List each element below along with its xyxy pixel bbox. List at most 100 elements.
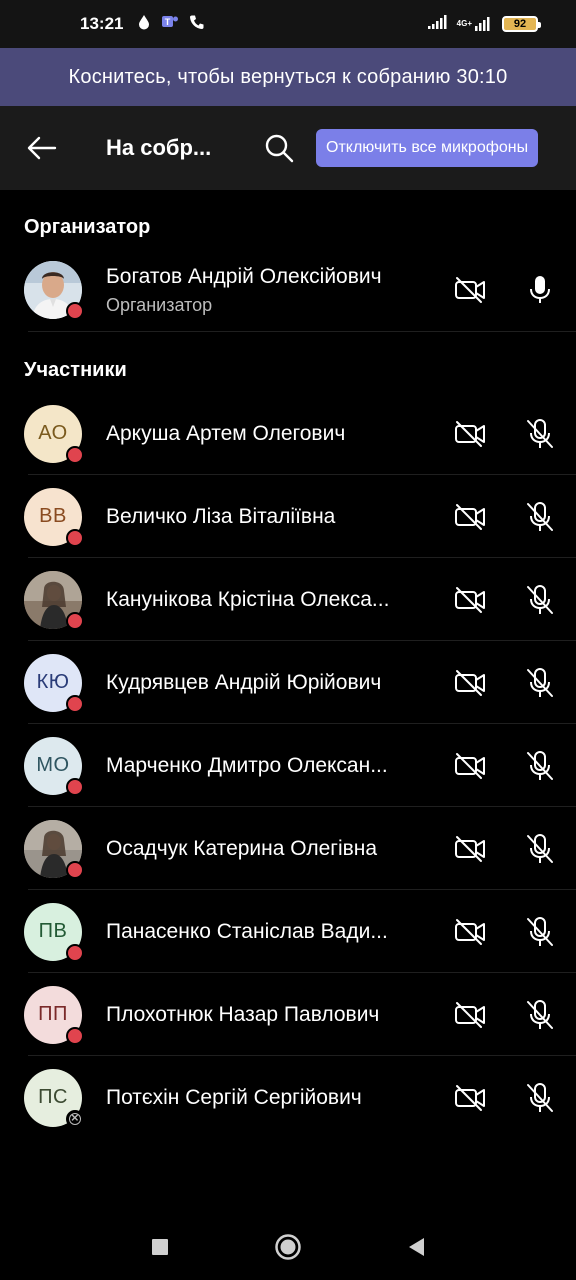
mic-toggle[interactable] bbox=[522, 1080, 558, 1116]
participant-name: Аркуша Артем Олегович bbox=[106, 421, 346, 445]
video-off-icon bbox=[455, 918, 485, 945]
camera-toggle[interactable] bbox=[452, 582, 488, 618]
mic-off-icon bbox=[527, 584, 553, 614]
video-off-icon bbox=[455, 277, 485, 303]
presence-busy-badge bbox=[66, 1026, 84, 1045]
participant-row[interactable]: ПВ Панасенко Станіслав Вади... bbox=[0, 890, 576, 973]
participant-info: Потєхін Сергій Сергійович bbox=[106, 1086, 428, 1110]
video-off-icon bbox=[455, 1001, 485, 1028]
camera-toggle[interactable] bbox=[452, 499, 488, 535]
avatar: МО bbox=[24, 736, 84, 796]
participant-row[interactable]: МО Марченко Дмитро Олексан... bbox=[0, 724, 576, 807]
signal-4g-icon: 4G+ bbox=[457, 16, 494, 32]
participant-name: Плохотнюк Назар Павлович bbox=[106, 1002, 380, 1026]
mic-off-icon bbox=[527, 999, 553, 1029]
participant-row[interactable]: ПП Плохотнюк Назар Павлович bbox=[0, 973, 576, 1056]
presence-busy-badge bbox=[66, 611, 84, 630]
avatar-initials: ВВ bbox=[39, 505, 67, 527]
mute-all-button[interactable]: Отключить все микрофоны bbox=[316, 129, 539, 167]
system-nav-bar bbox=[0, 1214, 576, 1280]
mic-toggle[interactable] bbox=[522, 272, 558, 308]
camera-toggle[interactable] bbox=[452, 416, 488, 452]
toolbar: На собр... Отключить все микрофоны bbox=[0, 106, 576, 190]
participant-row[interactable]: Осадчук Катерина Олегівна bbox=[0, 807, 576, 890]
video-off-icon bbox=[455, 752, 485, 779]
avatar-initials: ПП bbox=[38, 1003, 68, 1025]
status-time: 13:21 bbox=[80, 14, 124, 33]
participants-section-header: Участники bbox=[24, 359, 127, 381]
avatar: ПС bbox=[24, 1068, 84, 1128]
avatar-initials: ПВ bbox=[38, 920, 68, 942]
mic-off-icon bbox=[527, 501, 553, 531]
video-off-icon bbox=[455, 503, 485, 530]
drop-icon bbox=[137, 14, 151, 35]
participant-info: Панасенко Станіслав Вади... bbox=[106, 920, 428, 944]
participant-role: Организатор bbox=[106, 294, 213, 315]
camera-toggle[interactable] bbox=[452, 665, 488, 701]
mic-toggle[interactable] bbox=[522, 748, 558, 784]
mic-toggle[interactable] bbox=[522, 914, 558, 950]
camera-toggle[interactable] bbox=[452, 1080, 488, 1116]
mic-off-icon bbox=[527, 418, 553, 448]
organizer-info: Богатов Андрій Олексійович Организатор bbox=[106, 265, 428, 316]
avatar: ПП bbox=[24, 985, 84, 1045]
presence-busy-badge bbox=[66, 777, 84, 796]
participant-info: Канунікова Крістіна Олекса... bbox=[106, 588, 428, 612]
svg-text:T: T bbox=[165, 17, 171, 27]
back-nav-button[interactable] bbox=[396, 1227, 436, 1267]
home-circle-icon bbox=[275, 1234, 301, 1260]
mic-toggle[interactable] bbox=[522, 831, 558, 867]
camera-toggle[interactable] bbox=[452, 914, 488, 950]
mic-toggle[interactable] bbox=[522, 665, 558, 701]
search-icon bbox=[265, 134, 294, 163]
participant-row[interactable]: ВВ Величко Ліза Віталіївна bbox=[0, 475, 576, 558]
participant-name: Осадчук Катерина Олегівна bbox=[106, 836, 378, 860]
avatar-initials: ПС bbox=[38, 1086, 68, 1108]
search-button[interactable] bbox=[262, 131, 296, 165]
participant-row[interactable]: КЮ Кудрявцев Андрій Юрійович bbox=[0, 641, 576, 724]
camera-toggle[interactable] bbox=[452, 831, 488, 867]
row-divider bbox=[28, 331, 576, 332]
participant-row[interactable]: АО Аркуша Артем Олегович bbox=[0, 392, 576, 475]
participant-name: Канунікова Крістіна Олекса... bbox=[106, 587, 390, 611]
camera-toggle[interactable] bbox=[452, 748, 488, 784]
network-label: 4G+ bbox=[456, 19, 472, 28]
organizer-section-header: Организатор bbox=[24, 216, 151, 238]
battery-level: 92 bbox=[513, 18, 527, 30]
battery-icon: 92 bbox=[502, 16, 541, 32]
camera-toggle[interactable] bbox=[452, 272, 488, 308]
mic-off-icon bbox=[527, 1082, 553, 1112]
avatar-initials: АО bbox=[38, 422, 68, 444]
avatar: АО bbox=[24, 404, 84, 464]
participant-name: Кудрявцев Андрій Юрійович bbox=[106, 670, 382, 694]
presence-busy-badge bbox=[66, 694, 84, 713]
presence-busy-badge bbox=[66, 445, 84, 464]
mic-toggle[interactable] bbox=[522, 499, 558, 535]
home-button[interactable] bbox=[268, 1227, 308, 1267]
presence-busy-badge bbox=[66, 528, 84, 547]
mic-toggle[interactable] bbox=[522, 582, 558, 618]
return-to-meeting-banner[interactable]: Коснитесь, чтобы вернуться к собранию 30… bbox=[0, 48, 576, 106]
participant-row[interactable]: Канунікова Крістіна Олекса... bbox=[0, 558, 576, 641]
avatar-initials: КЮ bbox=[36, 671, 70, 693]
participant-info: Плохотнюк Назар Павлович bbox=[106, 1003, 428, 1027]
mic-toggle[interactable] bbox=[522, 997, 558, 1033]
avatar: ПВ bbox=[24, 902, 84, 962]
avatar: ВВ bbox=[24, 487, 84, 547]
participant-info: Осадчук Катерина Олегівна bbox=[106, 837, 428, 861]
square-icon bbox=[152, 1239, 168, 1255]
camera-toggle[interactable] bbox=[452, 997, 488, 1033]
avatar bbox=[24, 261, 84, 320]
participant-list: АО Аркуша Артем Олегович ВВ Величко Ліза Ві… bbox=[0, 392, 576, 1139]
signal-icon bbox=[427, 14, 449, 35]
recents-button[interactable] bbox=[140, 1227, 180, 1267]
avatar: КЮ bbox=[24, 653, 84, 713]
back-button[interactable] bbox=[24, 130, 60, 166]
mic-off-icon bbox=[527, 667, 553, 697]
organizer-row[interactable]: Богатов Андрій Олексійович Организатор bbox=[0, 248, 576, 332]
mic-toggle[interactable] bbox=[522, 416, 558, 452]
video-off-icon bbox=[455, 420, 485, 447]
video-off-icon bbox=[455, 1084, 485, 1111]
participant-row[interactable]: ПС Потєхін Сергій Сергійович bbox=[0, 1056, 576, 1139]
participant-name: Панасенко Станіслав Вади... bbox=[106, 919, 388, 943]
